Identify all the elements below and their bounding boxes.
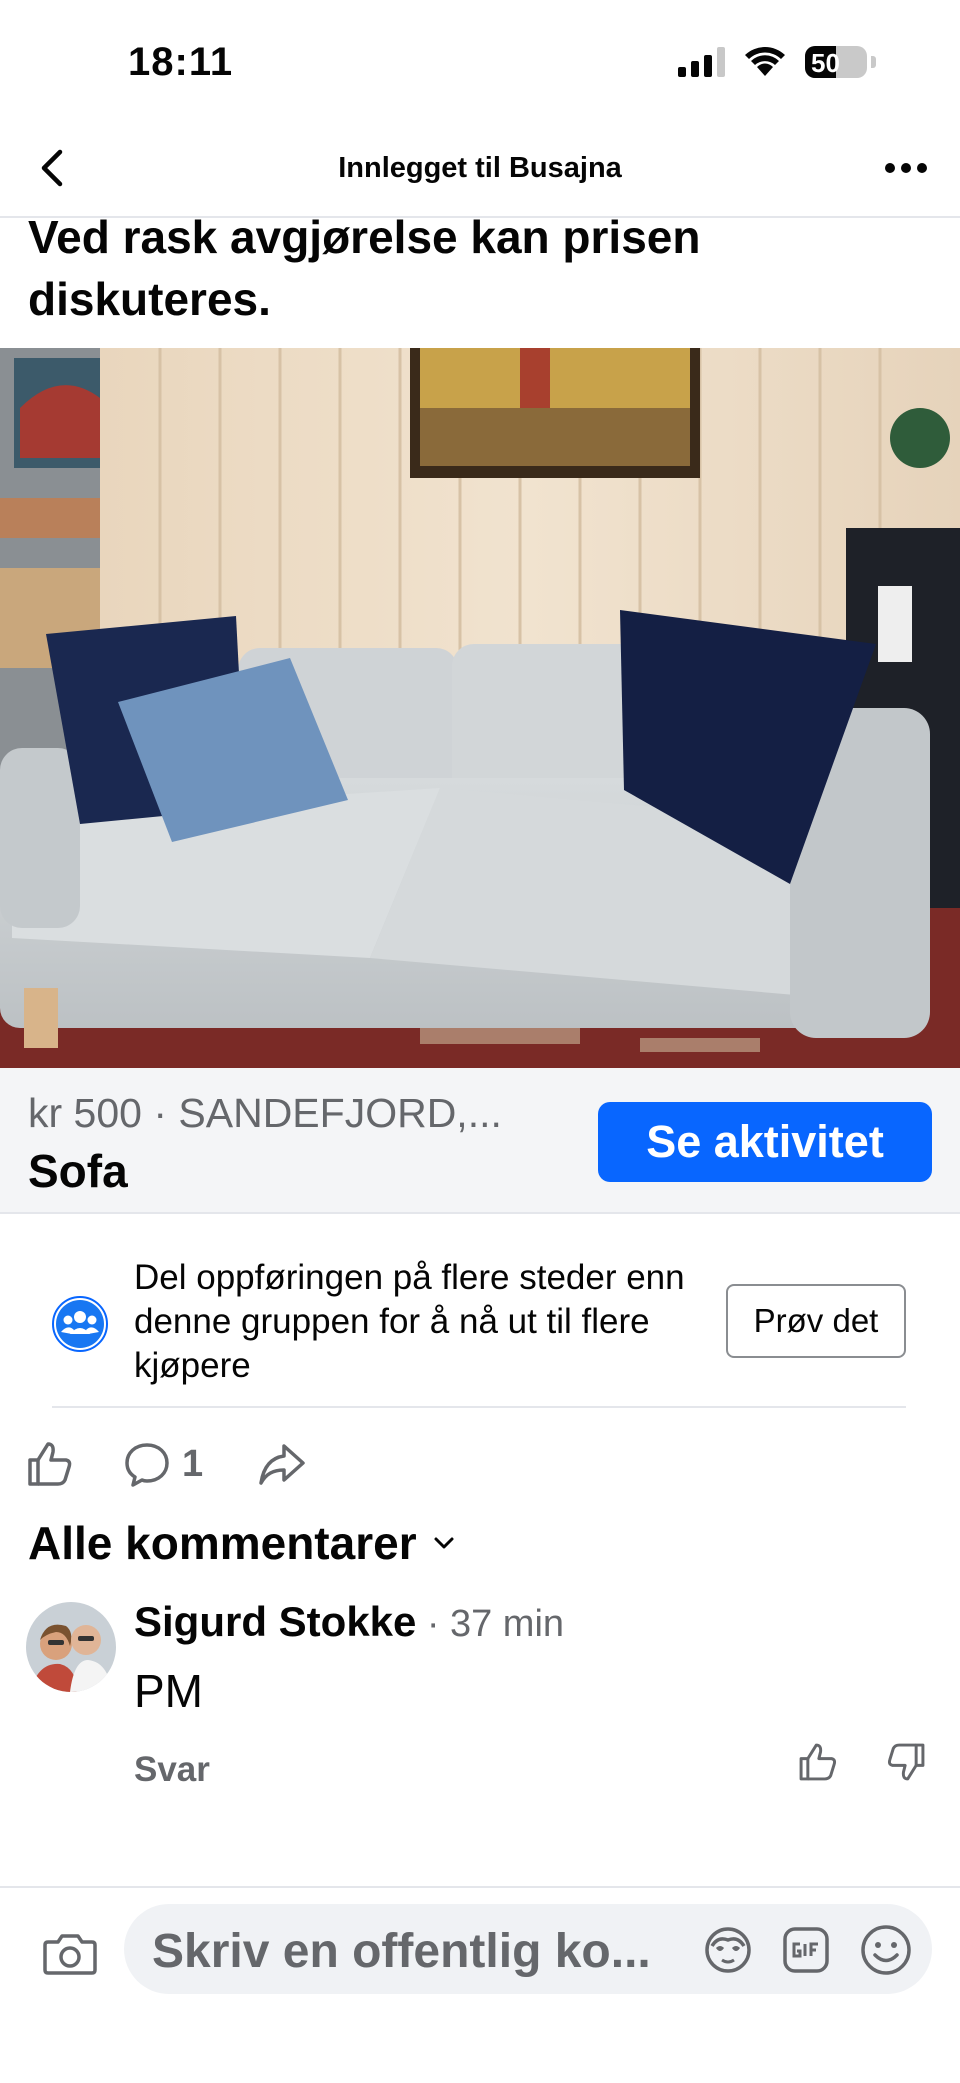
group-icon	[52, 1296, 108, 1352]
more-icon	[885, 163, 927, 173]
thumbs-up-icon	[799, 1743, 837, 1781]
share-promo-text: Del oppføringen på flere steder enn denn…	[134, 1258, 685, 1385]
chevron-down-icon	[434, 1537, 454, 1549]
battery-level-text: 50	[811, 48, 840, 78]
comment-separator: ·	[426, 1603, 440, 1645]
divider	[52, 1406, 906, 1408]
comment-input[interactable]: Skriv en offentlig ko...	[124, 1904, 932, 1994]
comment-author[interactable]: Sigurd Stokke	[134, 1598, 416, 1645]
comment-header: Sigurd Stokke · 37 min	[134, 1598, 564, 1646]
like-icon	[28, 1442, 72, 1486]
camera-button[interactable]	[40, 1924, 100, 1984]
camera-icon	[43, 1934, 97, 1975]
comment-icon	[125, 1443, 169, 1487]
cellular-signal-icon	[678, 47, 725, 77]
emoji-icon	[861, 1925, 911, 1975]
comment-upvote-button[interactable]	[796, 1740, 840, 1784]
more-options-button[interactable]	[880, 150, 932, 186]
page-title: Innlegget til Busajna	[338, 152, 622, 184]
battery-tip	[871, 56, 876, 68]
status-icons: 50	[678, 46, 876, 78]
comment-item: Sigurd Stokke · 37 min PM Svar	[0, 1598, 960, 1798]
comment-timestamp: 37 min	[449, 1603, 565, 1645]
comments-filter-label: Alle kommentarer	[28, 1517, 417, 1569]
gif-button[interactable]	[780, 1924, 832, 1976]
comment-composer: Skriv en offentlig ko...	[0, 1886, 960, 2083]
avatar[interactable]	[26, 1602, 116, 1692]
comment-input-placeholder: Skriv en offentlig ko...	[152, 1925, 651, 1978]
comment-text: PM	[134, 1665, 203, 1717]
like-button[interactable]	[24, 1438, 76, 1490]
see-activity-button[interactable]: Se aktivitet	[598, 1102, 932, 1182]
share-icon	[259, 1444, 305, 1485]
try-it-button[interactable]: Prøv det	[726, 1284, 906, 1358]
comment-downvote-button[interactable]	[884, 1740, 928, 1784]
status-bar: 18:11 50	[0, 0, 960, 120]
listing-price-location: kr 500 · SANDEFJORD,...	[28, 1090, 502, 1136]
wifi-icon	[745, 47, 785, 76]
comments-filter-dropdown[interactable]: Alle kommentarer	[28, 1516, 457, 1570]
avatar-sticker-icon	[705, 1927, 751, 1973]
gif-icon	[783, 1927, 829, 1973]
reply-button[interactable]: Svar	[134, 1750, 210, 1790]
listing-info-bar[interactable]: kr 500 · SANDEFJORD,... Sofa Se aktivite…	[0, 1068, 960, 1214]
post-text: Ved rask avgjørelse kan prisen diskutere…	[28, 211, 701, 325]
comment-count: 1	[182, 1442, 204, 1485]
share-listing-promo: Del oppføringen på flere steder enn denn…	[0, 1212, 960, 1408]
thumbs-down-icon	[887, 1743, 925, 1781]
emoji-button[interactable]	[858, 1922, 914, 1978]
comment-button[interactable]: 1	[122, 1438, 203, 1490]
post-action-row: 1	[0, 1436, 960, 1492]
share-button[interactable]	[256, 1438, 308, 1490]
nav-bar: Innlegget til Busajna	[0, 120, 960, 218]
listing-photo[interactable]	[0, 348, 960, 1068]
battery-icon: 50	[805, 46, 867, 78]
status-time: 18:11	[128, 40, 234, 84]
avatar-sticker-button[interactable]	[702, 1924, 754, 1976]
listing-title: Sofa	[28, 1145, 128, 1197]
